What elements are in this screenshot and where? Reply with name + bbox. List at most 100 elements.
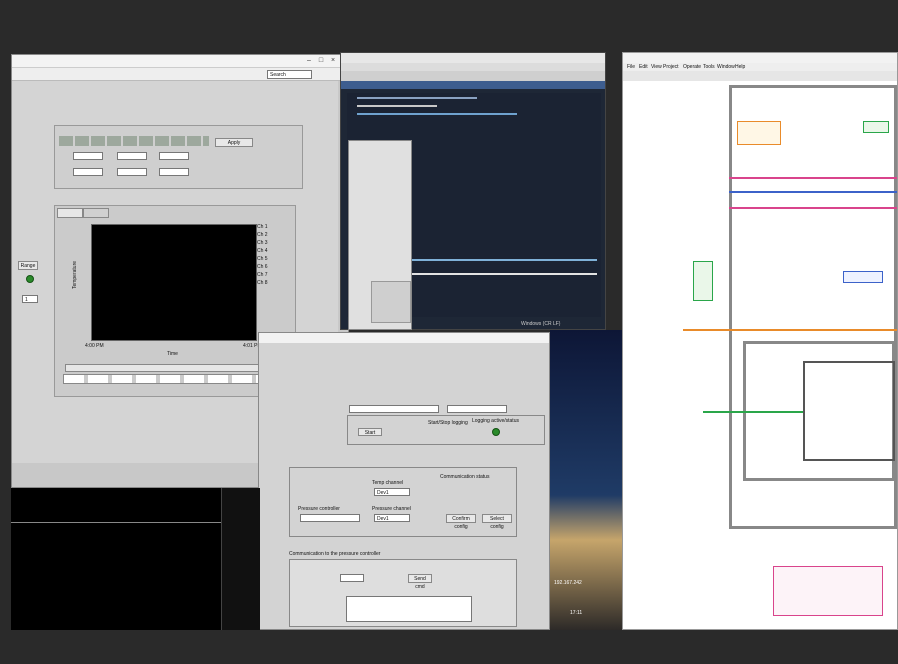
vi-node-4[interactable] — [843, 271, 883, 283]
ide-toolbar — [341, 71, 605, 81]
legend-ch7: Ch 7 — [257, 272, 268, 278]
chart-plot-area — [91, 224, 257, 341]
led-array — [59, 136, 209, 146]
code-line — [357, 105, 437, 107]
logging-led — [492, 428, 500, 436]
desktop-clock: 17:11 — [570, 610, 583, 616]
tab-2[interactable] — [83, 208, 109, 218]
pressure-dialog: Start Start/Stop logging Logging active/… — [258, 332, 550, 630]
chart-y-label: Temperature — [72, 260, 79, 290]
field-5[interactable] — [117, 168, 147, 176]
tab-1[interactable] — [57, 208, 83, 218]
wire-blue-1 — [729, 191, 897, 193]
menu-window[interactable]: Window — [717, 64, 735, 70]
chart-x-start: 4:00 PM — [85, 343, 104, 349]
indicator-cluster: Apply — [54, 125, 303, 189]
range-led — [26, 275, 34, 283]
chart-legend: Ch 1 Ch 2 Ch 3 Ch 4 Ch 5 Ch 6 Ch 7 Ch 8 — [257, 224, 287, 294]
bd-titlebar — [623, 53, 897, 63]
temp-channel-select[interactable]: Dev1 — [374, 488, 410, 496]
command-input[interactable] — [340, 574, 364, 582]
maximize-icon[interactable]: □ — [316, 56, 326, 65]
field-6[interactable] — [159, 168, 189, 176]
ide-titlebar — [341, 53, 605, 63]
wire-pink-1 — [729, 177, 897, 179]
chart-scrollbar[interactable] — [65, 364, 267, 372]
code-line — [407, 259, 597, 261]
legend-ch2: Ch 2 — [257, 232, 268, 238]
wire-orange-1 — [683, 329, 897, 331]
pressure-controller-label: Pressure controller — [298, 506, 340, 512]
legend-ch1: Ch 1 — [257, 224, 268, 230]
field-4[interactable] — [73, 168, 103, 176]
select-config-button[interactable]: Select config — [482, 514, 512, 530]
comm-status-label: Communication status — [440, 474, 490, 480]
vi-node-1[interactable] — [693, 261, 713, 301]
close-icon[interactable]: × — [328, 56, 338, 65]
menu-file[interactable]: File — [627, 64, 635, 70]
legend-ch5: Ch 5 — [257, 256, 268, 262]
chart-divider — [11, 522, 221, 523]
start-logging-label: Start/Stop logging — [428, 420, 468, 426]
comm-group: Communication status Temp channel Dev1 P… — [289, 467, 517, 537]
bd-canvas[interactable] — [623, 81, 897, 629]
bottom-black-chart — [11, 488, 260, 630]
bd-toolbar — [623, 71, 897, 81]
toolbar: Search — [12, 68, 348, 81]
block-diagram-window: File Edit View Project Operate Tools Win… — [622, 52, 898, 630]
pressure-channel-label: Pressure channel — [372, 506, 411, 512]
legend-ch4: Ch 4 — [257, 248, 268, 254]
desktop-ip: 192.167.242 — [554, 580, 582, 586]
front-panel-titlebar: – □ × — [12, 55, 348, 68]
code-line — [357, 113, 517, 115]
small-dialog — [348, 140, 412, 330]
ide-tabs — [341, 81, 605, 89]
send-cmd-button[interactable]: Send cmd — [408, 574, 432, 590]
pressure-controller-select[interactable] — [300, 514, 360, 522]
chart-x-label: Time — [167, 351, 178, 357]
start-button[interactable]: Start — [358, 428, 382, 436]
range-button[interactable]: Range — [18, 261, 38, 270]
ide-status: Windows (CR LF) — [521, 321, 561, 327]
code-line — [407, 273, 597, 275]
date-field-2[interactable] — [447, 405, 507, 413]
pressure-cmd-group: Send cmd — [289, 559, 517, 627]
logging-group: Start Start/Stop logging Logging active/… — [347, 415, 545, 445]
field-1[interactable] — [73, 152, 103, 160]
pressure-dialog-titlebar — [259, 333, 549, 343]
search-input[interactable]: Search — [267, 70, 312, 79]
apply-button[interactable]: Apply — [215, 138, 253, 147]
menu-tools[interactable]: Tools — [703, 64, 715, 70]
vi-node-3[interactable] — [863, 121, 889, 133]
wire-pink-2 — [729, 207, 897, 209]
date-field-1[interactable] — [349, 405, 439, 413]
pressure-channel-select[interactable]: Dev1 — [374, 514, 410, 522]
response-box — [346, 596, 472, 622]
inner-case — [803, 361, 895, 461]
legend-ch3: Ch 3 — [257, 240, 268, 246]
vi-node-2[interactable] — [737, 121, 781, 145]
menu-view[interactable]: View — [651, 64, 662, 70]
small-dialog-panel — [371, 281, 411, 323]
bd-menubar: File Edit View Project Operate Tools Win… — [623, 63, 897, 71]
chart-scale-fields — [63, 374, 275, 384]
desktop-wallpaper: 192.167.242 17:11 — [550, 330, 626, 630]
logging-status-label: Logging active/status — [472, 418, 519, 424]
field-2[interactable] — [117, 152, 147, 160]
menu-operate[interactable]: Operate — [683, 64, 701, 70]
vi-node-5[interactable] — [773, 566, 883, 616]
menu-project[interactable]: Project — [663, 64, 679, 70]
legend-ch8: Ch 8 — [257, 280, 268, 286]
menu-help[interactable]: Help — [735, 64, 745, 70]
wire-green-1 — [703, 411, 803, 413]
menu-edit[interactable]: Edit — [639, 64, 648, 70]
confirm-config-button[interactable]: Confirm config — [446, 514, 476, 530]
minimize-icon[interactable]: – — [304, 56, 314, 65]
legend-ch6: Ch 6 — [257, 264, 268, 270]
field-3[interactable] — [159, 152, 189, 160]
range-field[interactable]: 1 — [22, 295, 38, 303]
code-line — [357, 97, 477, 99]
pressure-group-title: Communication to the pressure controller — [289, 551, 381, 557]
ide-menubar — [341, 63, 605, 71]
temp-channel-label: Temp channel — [372, 480, 404, 486]
